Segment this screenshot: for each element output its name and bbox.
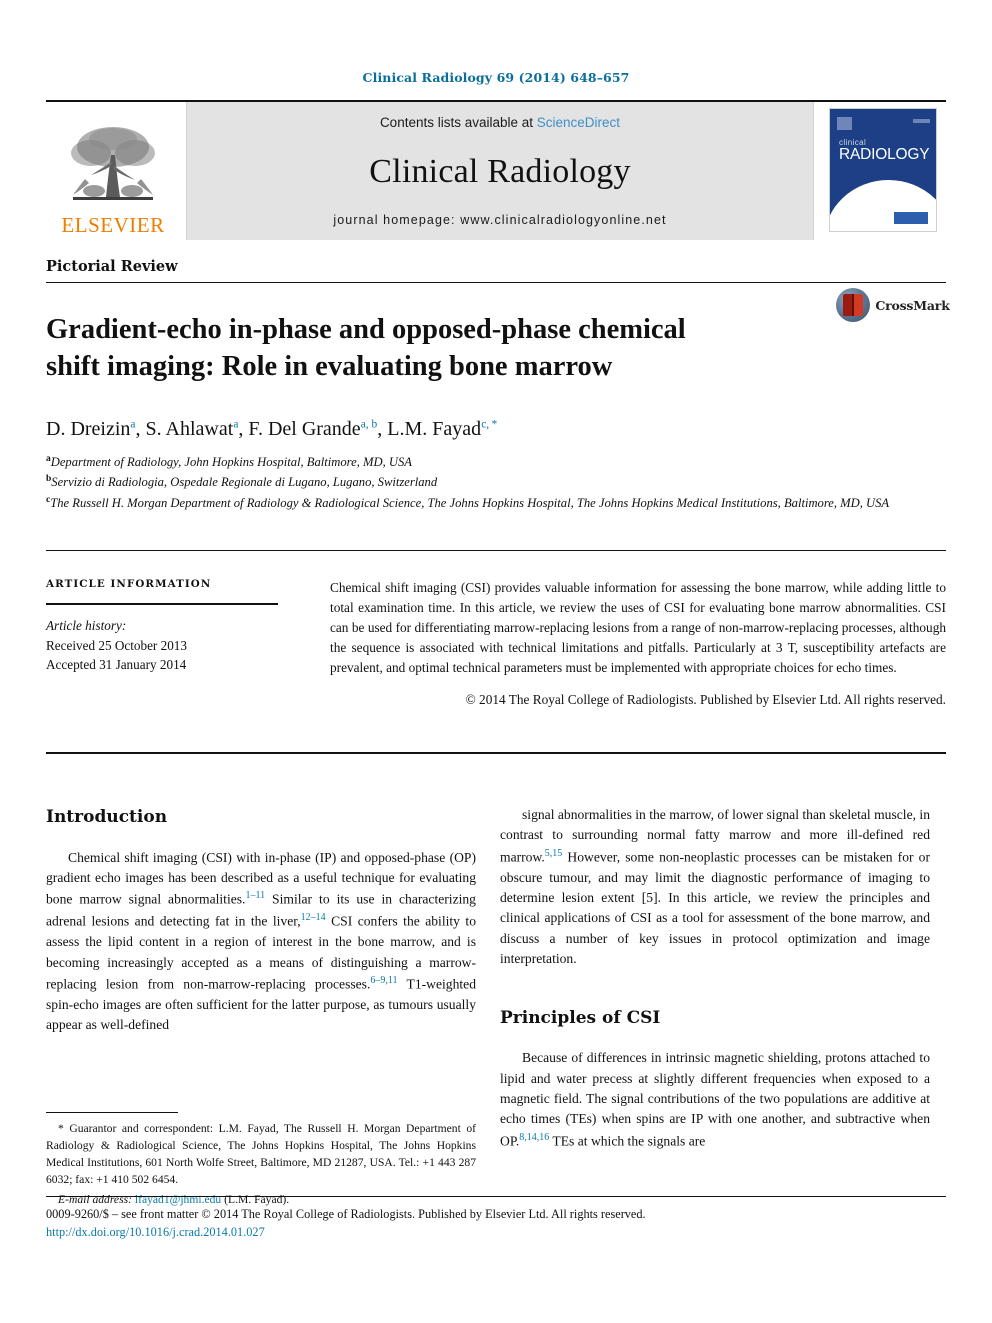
correspondence-text: * Guarantor and correspondent: L.M. Faya… [46, 1122, 476, 1187]
article-type-rule [46, 282, 946, 283]
email-label: E-mail address: [58, 1192, 132, 1206]
affiliation-a: aDepartment of Radiology, John Hopkins H… [46, 452, 926, 472]
elsevier-tree-icon [61, 121, 165, 215]
abstract-text: Chemical shift imaging (CSI) provides va… [330, 580, 946, 675]
crossmark-icon [836, 288, 871, 322]
abstract-copyright: © 2014 The Royal College of Radiologists… [465, 691, 946, 707]
contents-prefix: Contents lists available at [379, 115, 537, 130]
elsevier-wordmark: ELSEVIER [61, 213, 165, 237]
abstract-block: Chemical shift imaging (CSI) provides va… [330, 578, 946, 710]
cover-issue-mark [913, 119, 930, 123]
cover-logo-mark [837, 117, 852, 130]
journal-masthead: ELSEVIER Contents lists available at Sci… [46, 100, 946, 240]
article-received-date: Received 25 October 2013 [46, 637, 187, 653]
imprint-block: 0009-9260/$ – see front matter © 2014 Th… [46, 1206, 946, 1242]
body-column-right: signal abnormalities in the marrow, of l… [500, 805, 930, 1152]
crossmark-label: CrossMark [875, 297, 950, 313]
affiliation-c: cThe Russell H. Morgan Department of Rad… [46, 493, 926, 513]
article-history: Article history: Received 25 October 201… [46, 616, 304, 675]
masthead-top-rule [46, 100, 946, 102]
affiliation-text-c: The Russell H. Morgan Department of Radi… [50, 495, 890, 510]
email-owner: (L.M. Fayad). [224, 1192, 290, 1206]
cover-wordmark: clinical RADIOLOGY [839, 138, 930, 164]
affiliation-b: bServizio di Radiologia, Ospedale Region… [46, 472, 926, 492]
cover-society-badge [894, 212, 928, 224]
correspondence-footnote: * Guarantor and correspondent: L.M. Faya… [46, 1120, 476, 1208]
article-information-rule [46, 603, 278, 605]
affiliation-text-a: Department of Radiology, John Hopkins Ho… [50, 455, 412, 470]
affiliation-list: aDepartment of Radiology, John Hopkins H… [46, 452, 926, 513]
doi-link[interactable]: http://dx.doi.org/10.1016/j.crad.2014.01… [46, 1225, 265, 1239]
article-type-label: Pictorial Review [46, 258, 178, 275]
section-heading-introduction: Introduction [46, 807, 168, 827]
article-history-label: Article history: [46, 618, 127, 633]
article-page: Clinical Radiology 69 (2014) 648–657 ELS… [0, 0, 992, 1323]
cover-image: clinical RADIOLOGY [829, 108, 937, 232]
affiliation-rule [46, 550, 946, 551]
elsevier-logo: ELSEVIER [46, 100, 180, 240]
crossmark-badge[interactable]: CrossMark [836, 288, 950, 322]
article-information-block: ARTICLE INFORMATION Article history: Rec… [46, 578, 304, 675]
journal-homepage-link[interactable]: journal homepage: www.clinicalradiologyo… [333, 213, 666, 227]
cover-word-radiology: RADIOLOGY [839, 146, 930, 164]
crossmark-row: CrossMark [836, 288, 950, 322]
page-title: Gradient-echo in-phase and opposed-phase… [46, 314, 686, 383]
contents-available-line: Contents lists available at ScienceDirec… [380, 115, 620, 130]
section-heading-principles-of-csi: Principles of CSI [500, 1007, 661, 1028]
running-head: Clinical Radiology 69 (2014) 648–657 [362, 70, 630, 85]
introduction-paragraph: Chemical shift imaging (CSI) with in-pha… [46, 849, 477, 1033]
journal-cover-thumbnail[interactable]: clinical RADIOLOGY [820, 100, 946, 240]
footnote-rule [46, 1112, 178, 1113]
author-list: D. Dreizina, S. Ahlawata, F. Del Grandea… [46, 418, 498, 440]
sciencedirect-link[interactable]: ScienceDirect [537, 115, 620, 130]
masthead-center: Contents lists available at ScienceDirec… [186, 100, 814, 240]
imprint-rule [46, 1196, 946, 1197]
issn-copyright-line: 0009-9260/$ – see front matter © 2014 Th… [46, 1207, 646, 1221]
body-column-left: Introduction Chemical shift imaging (CSI… [46, 805, 476, 1036]
article-information-heading: ARTICLE INFORMATION [46, 578, 212, 590]
affiliation-text-b: Servizio di Radiologia, Ospedale Regiona… [51, 475, 438, 490]
email-link[interactable]: lfayad1@jhmi.edu [135, 1193, 221, 1206]
journal-title: Clinical Radiology [369, 152, 631, 190]
article-accepted-date: Accepted 31 January 2014 [46, 657, 187, 673]
abstract-bottom-rule [46, 752, 946, 754]
introduction-paragraph-continued: signal abnormalities in the marrow, of l… [500, 807, 930, 967]
principles-paragraph: Because of differences in intrinsic magn… [500, 1050, 930, 1149]
